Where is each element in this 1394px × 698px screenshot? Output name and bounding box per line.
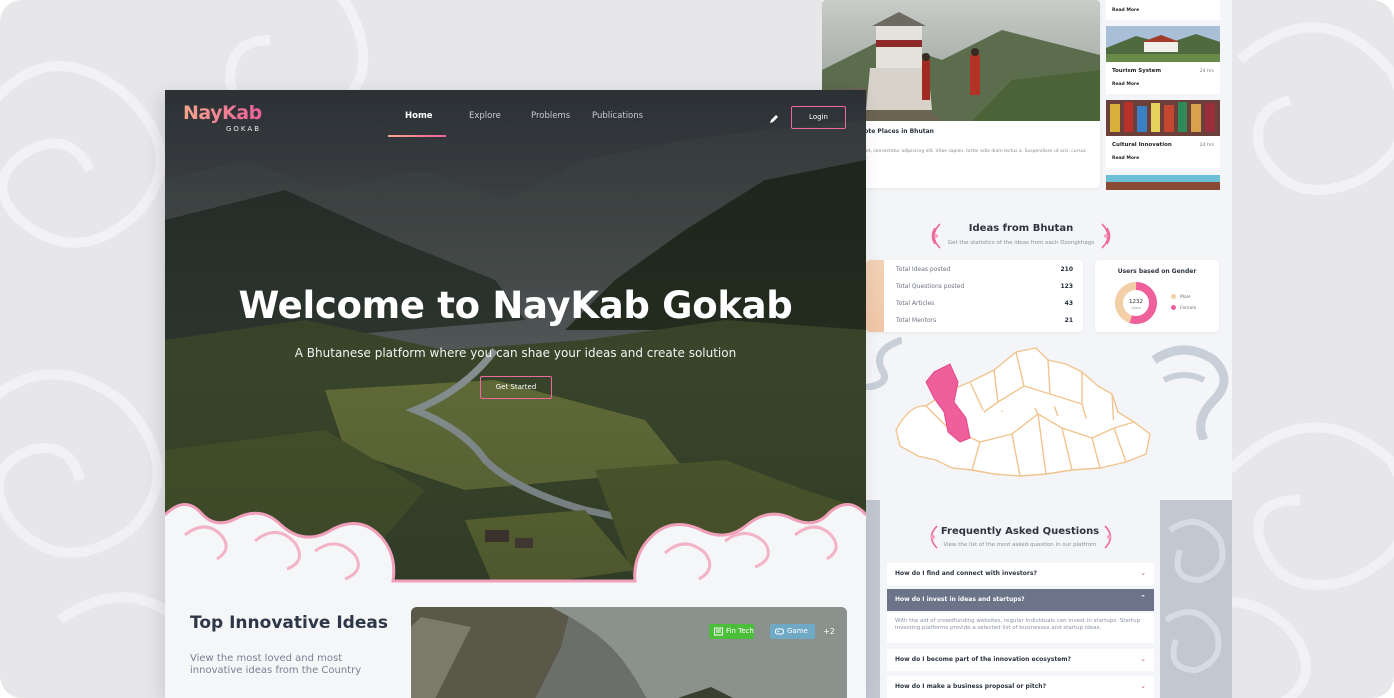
- newspaper-icon: [714, 627, 723, 636]
- side-article-title: Cultural Innovation: [1112, 142, 1172, 148]
- ideas-from-bhutan-section: Ideas from Bhutan Get the statistics of …: [822, 200, 1232, 500]
- stats-card: Total Ideas posted 210 Total Questions p…: [866, 260, 1083, 332]
- tag-label: Game: [787, 627, 808, 635]
- front-page-preview: NayKab GOKAB Home Explore Problems Publi…: [165, 90, 866, 698]
- stat-label: Total Questions posted: [896, 283, 965, 290]
- stat-row: Total Mentors 21: [896, 317, 1073, 329]
- gender-chart-title: Users based on Gender: [1117, 268, 1197, 275]
- side-article-title: Tourism System: [1112, 68, 1162, 74]
- brand-logo[interactable]: NayKab GOKAB: [183, 102, 262, 133]
- faq-question[interactable]: How do I make a business proposal or pit…: [887, 676, 1154, 698]
- nav-problems[interactable]: Problems: [531, 111, 570, 121]
- nav-active-indicator: [388, 135, 446, 137]
- temple-photo: [1106, 176, 1220, 190]
- tag-label: Fin Tech: [726, 627, 754, 635]
- side-article-item[interactable]: Cultural Innovation 24 hrs Read More: [1106, 100, 1220, 168]
- chevron-down-icon: ⌄: [1140, 655, 1146, 663]
- legend-male: Male: [1171, 294, 1191, 300]
- stat-value: 123: [1060, 283, 1073, 290]
- chevron-down-icon: ⌄: [1140, 569, 1146, 577]
- get-started-button[interactable]: Get Started: [480, 376, 552, 399]
- side-article-date: 24 hrs: [1199, 143, 1214, 148]
- cliff-monastery-photo: [411, 607, 847, 698]
- ideas-section-title: Ideas from Bhutan: [968, 223, 1074, 234]
- stat-value: 210: [1060, 266, 1073, 273]
- pencil-icon[interactable]: [769, 114, 779, 124]
- side-article-thumb[interactable]: [1106, 175, 1220, 190]
- idea-card[interactable]: Fin Tech Game +2: [411, 607, 847, 698]
- read-more-link[interactable]: Read More: [1112, 8, 1139, 13]
- nav-publications[interactable]: Publications: [592, 111, 643, 121]
- read-more-link[interactable]: Read More: [1112, 82, 1139, 87]
- legend-label: Female: [1180, 306, 1197, 311]
- feature-article-title: mote Places in Bhutan: [858, 128, 934, 135]
- stats-accent-stripe: [866, 260, 884, 332]
- prayer-flags-photo: [1106, 100, 1220, 136]
- stat-value: 21: [1064, 317, 1073, 324]
- faq-question-text: How do I invest in ideas and startups?: [895, 596, 1025, 603]
- legend-female: Female: [1171, 305, 1196, 311]
- news-section: mote Places in Bhutan sit amet, consecte…: [822, 0, 1232, 195]
- faq-subtitle: View the list of the most asked question…: [943, 542, 1097, 548]
- read-more-link[interactable]: Read More: [1112, 156, 1139, 161]
- feature-article-excerpt: sit amet, consectetur adipiscing elit. V…: [852, 149, 1086, 161]
- stat-row: Total Ideas posted 210: [896, 266, 1073, 278]
- stat-label: Total Articles: [896, 300, 935, 307]
- faq-question-expanded[interactable]: How do I invest in ideas and startups? ⌃: [887, 589, 1154, 611]
- presentation-stage: mote Places in Bhutan sit amet, consecte…: [0, 0, 1394, 698]
- faq-question-text: How do I make a business proposal or pit…: [895, 683, 1047, 690]
- side-article-item[interactable]: Tourism System 24 hrs Read More: [1106, 26, 1220, 94]
- decor-panel: [1160, 500, 1232, 698]
- faq-answer: With the aid of crowdfunding websites, r…: [887, 613, 1154, 643]
- legend-swatch: [1171, 294, 1176, 299]
- decor-panel: [866, 500, 880, 698]
- legend-label: Male: [1180, 295, 1191, 300]
- ideas-section-subtitle: Get the statistics of the ideas from eac…: [947, 240, 1095, 246]
- bhutan-dzongkhag-map: [895, 347, 1151, 477]
- nav-home[interactable]: Home: [405, 111, 433, 121]
- stat-value: 43: [1064, 300, 1073, 307]
- donut-total: 1232: [1129, 299, 1143, 305]
- legend-swatch: [1171, 305, 1176, 310]
- faq-question[interactable]: How do I become part of the innovation e…: [887, 649, 1154, 671]
- faq-section: Frequently Asked Questions View the list…: [880, 500, 1160, 698]
- side-article-item[interactable]: Read More: [1106, 0, 1220, 20]
- gender-donut-chart: 1232 Users: [1115, 282, 1157, 324]
- gamepad-icon: [775, 628, 784, 635]
- chevron-up-icon: ⌃: [1140, 594, 1146, 602]
- hero-section: NayKab GOKAB Home Explore Problems Publi…: [165, 90, 866, 610]
- stat-label: Total Mentors: [896, 317, 937, 324]
- donut-total-label: Users: [1131, 306, 1141, 310]
- hero-subtitle: A Bhutanese platform where you can shae …: [294, 346, 737, 360]
- top-ideas-subtitle: View the most loved and most innovative …: [190, 653, 362, 676]
- gender-chart-card: Users based on Gender 1232 Users Male Fe…: [1095, 260, 1219, 332]
- stat-row: Total Questions posted 123: [896, 283, 1073, 295]
- faq-question-text: How do I become part of the innovation e…: [895, 656, 1071, 663]
- stat-label: Total Ideas posted: [896, 266, 951, 273]
- brand-subtitle: GOKAB: [226, 125, 261, 133]
- cloud-border-decoration: [165, 503, 866, 610]
- tag-game[interactable]: Game: [770, 624, 815, 639]
- side-article-date: 24 hrs: [1199, 69, 1214, 74]
- brand-name: NayKab: [183, 102, 262, 124]
- nav-explore[interactable]: Explore: [469, 111, 501, 121]
- hero-title: Welcome to NayKab Gokab: [238, 284, 793, 327]
- chevron-down-icon: ⌄: [1140, 682, 1146, 690]
- faq-question-text: How do I find and connect with investors…: [895, 570, 1037, 577]
- dzong-photo: [1106, 26, 1220, 62]
- more-tags-count[interactable]: +2: [823, 627, 835, 636]
- faq-title: Frequently Asked Questions: [940, 526, 1100, 537]
- login-button[interactable]: Login: [791, 106, 846, 129]
- tag-fin-tech[interactable]: Fin Tech: [709, 624, 754, 639]
- faq-question[interactable]: How do I find and connect with investors…: [887, 563, 1154, 585]
- top-ideas-title: Top Innovative Ideas: [190, 613, 388, 633]
- cloud-pattern-background: [1164, 519, 1226, 674]
- stat-row: Total Articles 43: [896, 300, 1073, 312]
